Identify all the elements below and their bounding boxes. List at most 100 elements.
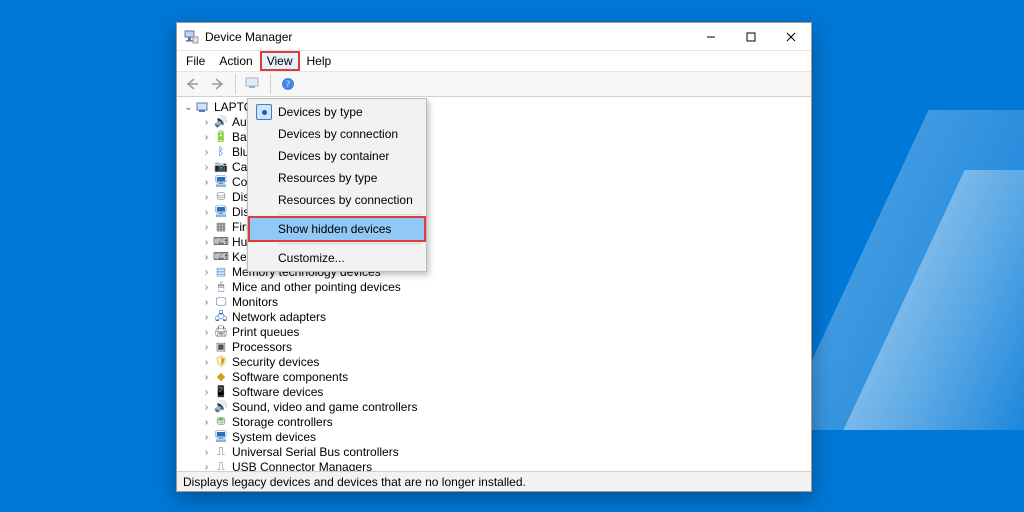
tree-node[interactable]: ›▣Processors bbox=[183, 340, 811, 355]
tree-node[interactable]: ›🖱Mice and other pointing devices bbox=[183, 280, 811, 295]
dropdown-item-label: Devices by connection bbox=[278, 127, 398, 141]
expand-icon[interactable]: › bbox=[201, 370, 212, 385]
tree-node[interactable]: ›🛡Security devices bbox=[183, 355, 811, 370]
expand-icon[interactable]: › bbox=[201, 235, 212, 250]
menubar: File Action View Help bbox=[177, 51, 811, 71]
storage-icon: ⛃ bbox=[213, 416, 229, 430]
tree-node[interactable]: ›⎍USB Connector Managers bbox=[183, 460, 811, 471]
disk-icon: ⛁ bbox=[213, 191, 229, 205]
camera-icon: 📷 bbox=[213, 161, 229, 175]
close-button[interactable] bbox=[771, 23, 811, 51]
dropdown-item-label: Show hidden devices bbox=[278, 222, 391, 236]
firmware-icon: ▦ bbox=[213, 221, 229, 235]
dropdown-devices-by-container[interactable]: Devices by container bbox=[250, 145, 424, 167]
window-controls bbox=[691, 23, 811, 51]
network-icon: 🖧 bbox=[213, 311, 229, 325]
menu-separator bbox=[278, 214, 422, 215]
computer-icon bbox=[195, 101, 211, 115]
expand-icon[interactable]: › bbox=[201, 295, 212, 310]
tree-node[interactable]: ›🖨Print queues bbox=[183, 325, 811, 340]
dropdown-customize[interactable]: Customize... bbox=[250, 247, 424, 269]
expand-icon[interactable]: › bbox=[201, 355, 212, 370]
mouse-icon: 🖱 bbox=[213, 281, 229, 295]
dropdown-resources-by-connection[interactable]: Resources by connection bbox=[250, 189, 424, 211]
menu-action[interactable]: Action bbox=[212, 51, 259, 71]
expand-icon[interactable]: › bbox=[201, 205, 212, 220]
toolbar-computer-button[interactable] bbox=[242, 74, 264, 94]
cpu-icon: ▣ bbox=[213, 341, 229, 355]
expand-icon[interactable]: › bbox=[201, 325, 212, 340]
dropdown-show-hidden-devices[interactable]: Show hidden devices bbox=[250, 218, 424, 240]
tree-node[interactable]: ›🖧Network adapters bbox=[183, 310, 811, 325]
security-icon: 🛡 bbox=[213, 356, 229, 370]
expand-icon[interactable]: › bbox=[201, 145, 212, 160]
expand-icon[interactable]: › bbox=[201, 190, 212, 205]
battery-icon: 🔋 bbox=[213, 131, 229, 145]
audio-icon: 🔊 bbox=[213, 116, 229, 130]
minimize-button[interactable] bbox=[691, 23, 731, 51]
expand-icon[interactable]: › bbox=[201, 340, 212, 355]
content-area: ⌄LAPTOP›🔊Audio inputs and outputs›🔋Batte… bbox=[177, 97, 811, 471]
window-title: Device Manager bbox=[205, 30, 292, 44]
tree-node-label: Mice and other pointing devices bbox=[232, 280, 401, 295]
statusbar: Displays legacy devices and devices that… bbox=[177, 471, 811, 491]
expand-icon[interactable]: › bbox=[201, 415, 212, 430]
tree-node-label: USB Connector Managers bbox=[232, 460, 372, 471]
display-icon: 🖥 bbox=[213, 206, 229, 220]
computer-icon: 🖥 bbox=[213, 176, 229, 190]
back-button[interactable] bbox=[181, 74, 203, 94]
expand-icon[interactable]: › bbox=[201, 445, 212, 460]
expand-icon[interactable]: › bbox=[201, 430, 212, 445]
expand-icon[interactable]: › bbox=[201, 160, 212, 175]
software-dev-icon: 📱 bbox=[213, 386, 229, 400]
tree-node-label: Storage controllers bbox=[232, 415, 333, 430]
tree-node-label: System devices bbox=[232, 430, 316, 445]
collapse-icon[interactable]: ⌄ bbox=[183, 100, 194, 115]
tree-node[interactable]: ›📱Software devices bbox=[183, 385, 811, 400]
memory-icon: ▤ bbox=[213, 266, 229, 280]
tree-node[interactable]: ›🖵Monitors bbox=[183, 295, 811, 310]
tree-node-label: Software devices bbox=[232, 385, 323, 400]
expand-icon[interactable]: › bbox=[201, 265, 212, 280]
expand-icon[interactable]: › bbox=[201, 250, 212, 265]
keyboard-icon: ⌨ bbox=[213, 251, 229, 265]
expand-icon[interactable]: › bbox=[201, 400, 212, 415]
tree-node-label: Universal Serial Bus controllers bbox=[232, 445, 399, 460]
expand-icon[interactable]: › bbox=[201, 220, 212, 235]
dropdown-item-label: Devices by container bbox=[278, 149, 389, 163]
menu-help[interactable]: Help bbox=[300, 51, 339, 71]
check-icon bbox=[256, 104, 272, 120]
tree-node[interactable]: ›🖥System devices bbox=[183, 430, 811, 445]
tree-node[interactable]: ›🔊Sound, video and game controllers bbox=[183, 400, 811, 415]
tree-node[interactable]: ›⎍Universal Serial Bus controllers bbox=[183, 445, 811, 460]
usb-icon: ⎍ bbox=[213, 446, 229, 460]
dropdown-item-label: Customize... bbox=[278, 251, 345, 265]
dropdown-devices-by-connection[interactable]: Devices by connection bbox=[250, 123, 424, 145]
menu-separator bbox=[278, 243, 422, 244]
tree-node-label: Print queues bbox=[232, 325, 299, 340]
titlebar[interactable]: Device Manager bbox=[177, 23, 811, 51]
forward-button[interactable] bbox=[207, 74, 229, 94]
expand-icon[interactable]: › bbox=[201, 280, 212, 295]
menu-file[interactable]: File bbox=[179, 51, 212, 71]
printer-icon: 🖨 bbox=[213, 326, 229, 340]
tree-node-label: Monitors bbox=[232, 295, 278, 310]
menu-view[interactable]: View bbox=[260, 51, 300, 71]
expand-icon[interactable]: › bbox=[201, 385, 212, 400]
expand-icon[interactable]: › bbox=[201, 460, 212, 471]
tree-node[interactable]: ›◆Software components bbox=[183, 370, 811, 385]
app-icon bbox=[183, 29, 199, 45]
software-comp-icon: ◆ bbox=[213, 371, 229, 385]
monitor-icon: 🖵 bbox=[213, 296, 229, 310]
expand-icon[interactable]: › bbox=[201, 310, 212, 325]
dropdown-resources-by-type[interactable]: Resources by type bbox=[250, 167, 424, 189]
toolbar-help-button[interactable]: ? bbox=[277, 74, 299, 94]
dropdown-item-label: Resources by connection bbox=[278, 193, 413, 207]
tree-node[interactable]: ›⛃Storage controllers bbox=[183, 415, 811, 430]
expand-icon[interactable]: › bbox=[201, 175, 212, 190]
maximize-button[interactable] bbox=[731, 23, 771, 51]
dropdown-devices-by-type[interactable]: Devices by type bbox=[250, 101, 424, 123]
expand-icon[interactable]: › bbox=[201, 115, 212, 130]
expand-icon[interactable]: › bbox=[201, 130, 212, 145]
device-manager-window: Device Manager File Action View Help bbox=[176, 22, 812, 492]
